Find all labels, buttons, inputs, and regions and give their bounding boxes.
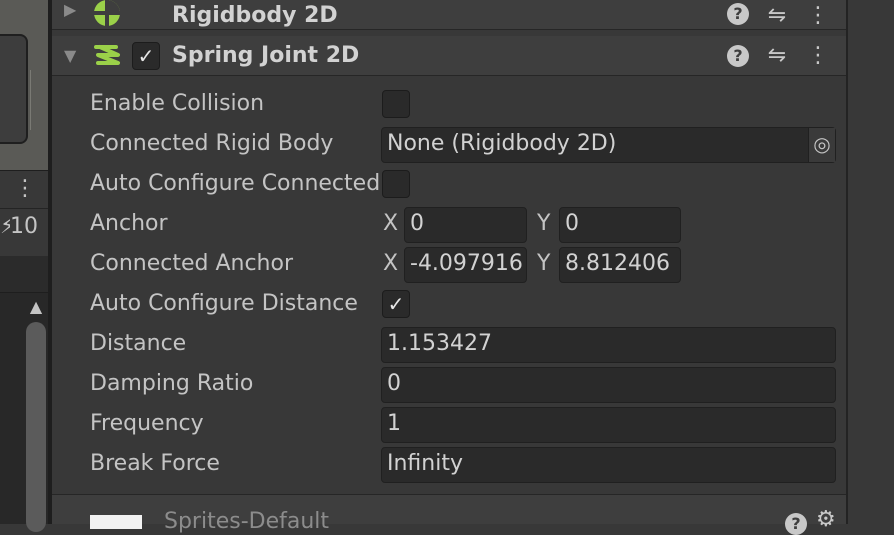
count-label: 10 — [10, 214, 38, 239]
connected-rigid-body-label: Connected Rigid Body — [90, 131, 334, 156]
toolbar-divider — [0, 208, 50, 209]
rigidbody-2d-header[interactable]: ▶ Rigidbody 2D ? ⇋ ⋮ — [52, 0, 846, 30]
connected-anchor-y-label[interactable]: Y — [537, 246, 550, 282]
eye-slash-icon: ⚡ — [0, 214, 10, 239]
foldout-arrow-icon[interactable]: ▼ — [64, 46, 76, 65]
auto-configure-distance-checkbox[interactable]: ✓ — [382, 290, 410, 318]
material-preview-swatch — [90, 515, 142, 529]
more-options-icon[interactable]: ⋮ — [803, 36, 833, 76]
inspector-scroll-gutter — [846, 0, 894, 524]
enable-collision-label: Enable Collision — [90, 91, 265, 116]
anchor-x-label[interactable]: X — [383, 206, 398, 242]
anchor-y-label[interactable]: Y — [537, 206, 550, 242]
help-icon[interactable]: ? — [785, 513, 807, 535]
material-title: Sprites-Default — [164, 509, 330, 534]
scrollbar-thumb[interactable] — [26, 322, 46, 532]
help-icon[interactable]: ? — [727, 45, 749, 67]
enable-collision-checkbox[interactable] — [382, 90, 410, 118]
auto-configure-distance-label: Auto Configure Distance — [90, 291, 358, 316]
anchor-x-field[interactable]: 0 — [404, 207, 527, 243]
connected-anchor-label: Connected Anchor — [90, 251, 293, 276]
scroll-up-arrow-icon[interactable]: ▲ — [26, 296, 46, 318]
object-picker-icon[interactable]: ◎ — [808, 128, 835, 162]
more-options-icon[interactable]: ⋮ — [14, 172, 36, 206]
damping-ratio-label: Damping Ratio — [90, 371, 254, 396]
distance-field[interactable]: 1.153427 — [381, 327, 836, 363]
frequency-field[interactable]: 1 — [381, 407, 836, 443]
break-force-field[interactable]: Infinity — [381, 447, 836, 483]
help-icon[interactable]: ? — [727, 3, 749, 25]
scene-thumbnail — [0, 34, 28, 144]
damping-ratio-field[interactable]: 0 — [381, 367, 836, 403]
auto-configure-connected-anchor-label: Auto Configure Connected Anchor — [90, 171, 380, 196]
frequency-label: Frequency — [90, 411, 204, 436]
scene-line — [30, 70, 48, 130]
spring-joint-2d-title: Spring Joint 2D — [172, 43, 360, 68]
distance-label: Distance — [90, 331, 187, 356]
spring-joint-2d-header[interactable]: ▼ ✓ Spring Joint 2D ? ⇋ ⋮ — [52, 36, 846, 76]
connected-anchor-y-field[interactable]: 8.812406 — [559, 247, 681, 283]
presets-icon[interactable]: ⇋ — [762, 36, 792, 76]
rigidbody-icon — [94, 0, 120, 26]
connected-rigid-body-field[interactable]: None (Rigidbody 2D) — [381, 127, 836, 163]
anchor-label: Anchor — [90, 211, 168, 236]
presets-icon[interactable]: ⇋ — [762, 0, 792, 36]
anchor-y-field[interactable]: 0 — [559, 207, 681, 243]
break-force-label: Break Force — [90, 451, 220, 476]
connected-anchor-x-label[interactable]: X — [383, 246, 398, 282]
auto-configure-connected-anchor-checkbox[interactable] — [382, 170, 410, 198]
spring-joint-icon — [94, 45, 120, 65]
visibility-count: ⚡10 — [0, 210, 50, 244]
connected-anchor-x-field[interactable]: -4.097916 — [404, 247, 527, 283]
foldout-arrow-icon[interactable]: ▶ — [64, 0, 76, 19]
component-enabled-checkbox[interactable]: ✓ — [132, 42, 160, 70]
material-header[interactable]: Sprites-Default ? ⚙ — [52, 494, 846, 535]
rigidbody-2d-title: Rigidbody 2D — [172, 3, 338, 28]
connected-rigid-body-value: None (Rigidbody 2D) — [387, 131, 617, 156]
more-options-icon[interactable]: ⋮ — [803, 0, 833, 36]
gear-icon[interactable]: ⚙ — [816, 507, 836, 533]
